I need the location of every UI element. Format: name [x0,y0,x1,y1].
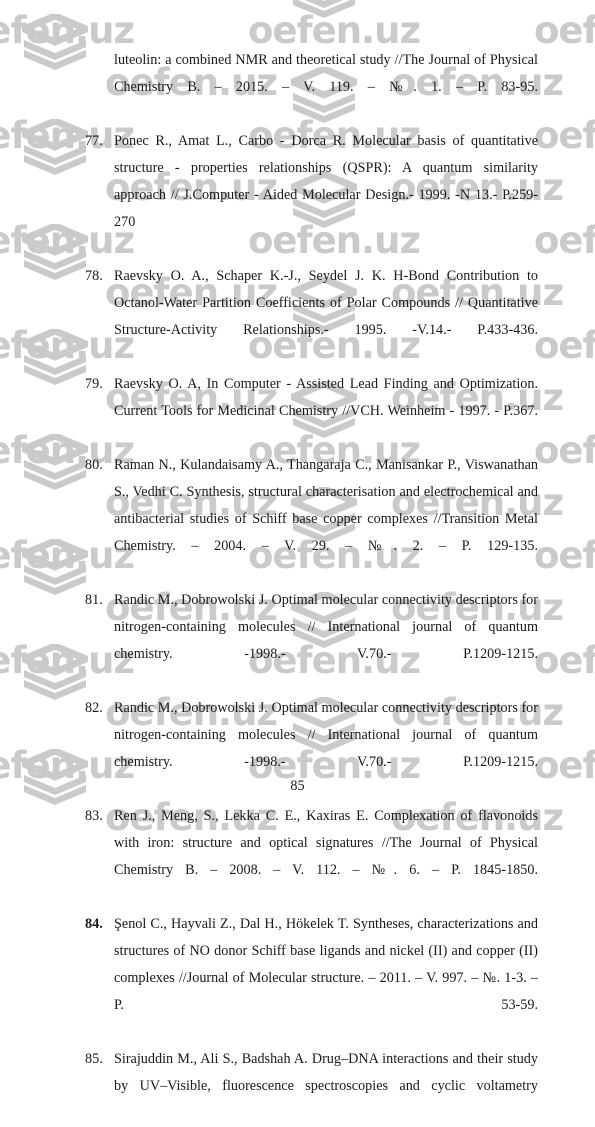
reference-number: 85. [85,1051,103,1067]
reference-number: 82. [85,700,103,716]
reference-text: Randic M., Dobrowolski J. Optimal molecu… [114,592,538,662]
reference-number: 84. [85,916,103,932]
reference-item: 80. Raman N., Kulandaisamy A., Thangaraj… [85,452,538,587]
continued-reference-text: luteolin: a combined NMR and theoretical… [114,52,538,95]
reference-number: 83. [85,808,103,824]
reference-text: Raman N., Kulandaisamy A., Thangaraja C.… [114,457,538,554]
reference-item: 84. Şenol C., Hayvali Z., Dal H., Hökele… [85,911,538,1046]
bibliography-list: luteolin: a combined NMR and theoretical… [85,47,538,1127]
reference-text: Sirajuddin M., Ali S., Badshah A. Drug–D… [114,1051,538,1094]
reference-item: 85. Sirajuddin M., Ali S., Badshah A. Dr… [85,1046,538,1127]
reference-item: 79. Raevsky O. A, In Computer - Assisted… [85,371,538,452]
reference-number: 80. [85,457,103,473]
reference-item: 83. Ren J., Meng, S., Lekka C. E., Kaxir… [85,803,538,911]
document-page: luteolin: a combined NMR and theoretical… [0,0,595,1094]
page-number: 85 [290,778,305,794]
reference-text: Raevsky O. A., Schaper K.-J., Seydel J. … [114,268,538,338]
reference-number: 79. [85,376,103,392]
reference-number: 81. [85,592,103,608]
reference-text: Şenol C., Hayvali Z., Dal H., Hökelek T.… [114,916,538,1013]
reference-item: 77. Ponec R., Amat L., Carbo - Dorca R. … [85,128,538,263]
reference-number: 78. [85,268,103,284]
reference-text: Raevsky O. A, In Computer - Assisted Lea… [114,376,538,419]
reference-text: Ren J., Meng, S., Lekka C. E., Kaxiras E… [114,808,538,878]
reference-number: 77. [85,133,103,149]
reference-item: 78. Raevsky O. A., Schaper K.-J., Seydel… [85,263,538,371]
reference-item: 81. Randic M., Dobrowolski J. Optimal mo… [85,587,538,695]
reference-text: Ponec R., Amat L., Carbo - Dorca R. Mole… [114,133,538,230]
